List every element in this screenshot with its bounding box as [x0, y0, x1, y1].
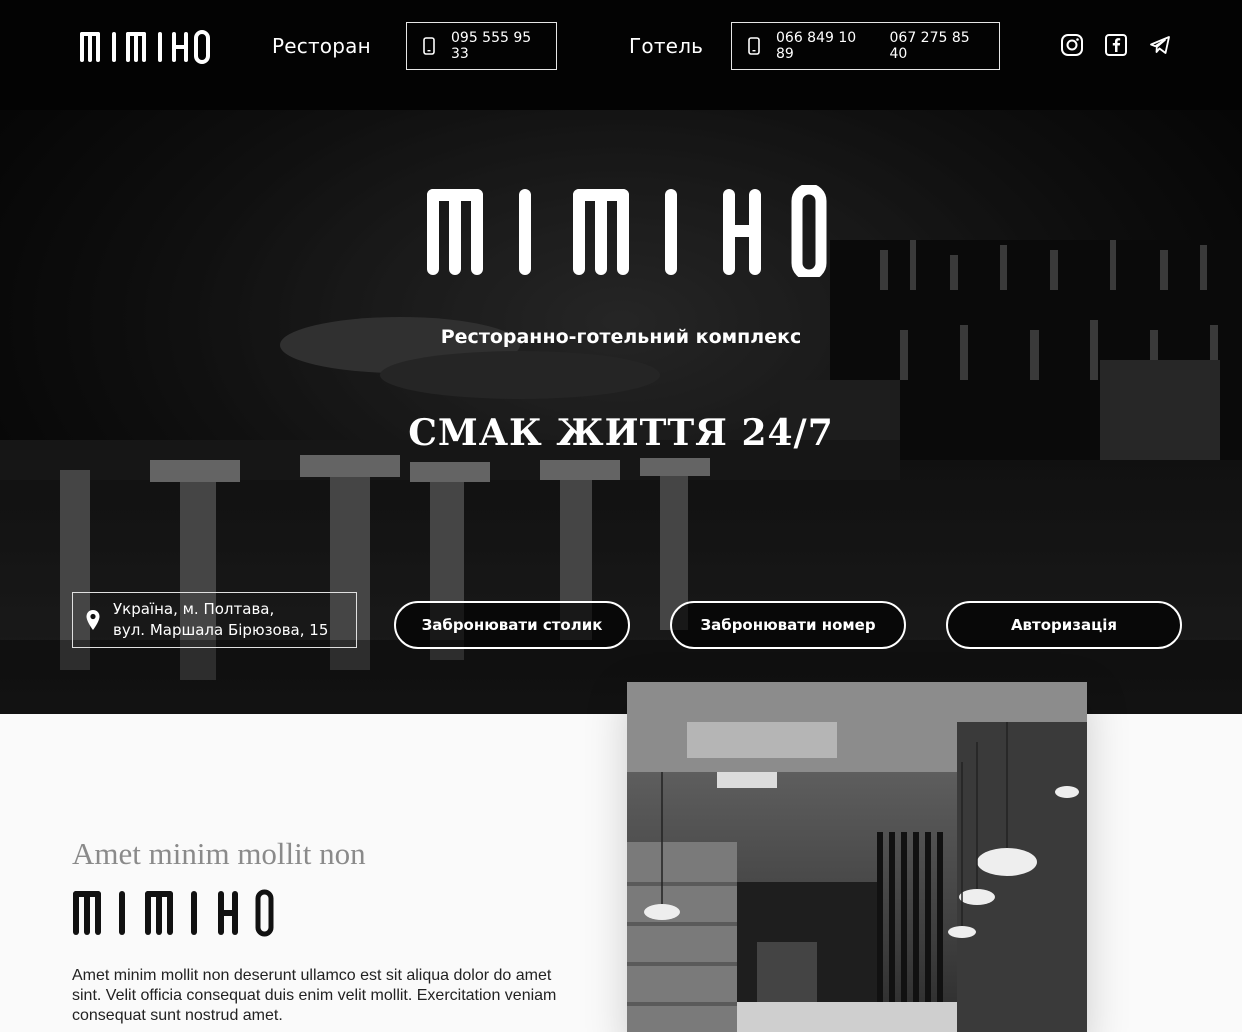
restaurant-phone[interactable]: 095 555 95 33 [451, 30, 546, 62]
location-pin-icon [86, 610, 100, 630]
about-eyebrow: Amet minim mollit non [72, 836, 366, 871]
hotel-phone-box: 066 849 10 89 067 275 85 40 [731, 22, 1000, 70]
hero-slogan: СМАК ЖИТТЯ 24/7 [408, 412, 834, 454]
restaurant-phone-box: 095 555 95 33 [406, 22, 557, 70]
hero-section: Ресторан 095 555 95 33 Готель 066 849 10… [0, 0, 1242, 714]
book-room-button[interactable]: Забронювати номер [670, 601, 906, 649]
hero-logo [427, 185, 827, 277]
login-button[interactable]: Авторизація [946, 601, 1182, 649]
address-line-1: Україна, м. Полтава, [113, 600, 275, 618]
telegram-icon[interactable] [1148, 33, 1172, 57]
about-description: Amet minim mollit non deserunt ullamco e… [72, 967, 557, 1024]
address-box: Україна, м. Полтава, вул. Маршала Бірюзо… [72, 592, 357, 648]
header-logo[interactable] [80, 30, 210, 64]
nav-restaurant[interactable]: Ресторан [272, 34, 371, 58]
address-text: Україна, м. Полтава, вул. Маршала Бірюзо… [113, 599, 328, 641]
facebook-icon[interactable] [1104, 33, 1128, 57]
address-line-2: вул. Маршала Бірюзова, 15 [113, 621, 329, 639]
interior-photo [627, 682, 1087, 1032]
hotel-phone-1[interactable]: 066 849 10 89 [776, 30, 876, 62]
book-table-button[interactable]: Забронювати столик [394, 601, 630, 649]
instagram-icon[interactable] [1060, 33, 1084, 57]
nav-hotel[interactable]: Готель [629, 34, 703, 58]
phone-icon [748, 37, 760, 55]
about-logo [73, 889, 274, 937]
hotel-phone-2[interactable]: 067 275 85 40 [890, 30, 990, 62]
phone-icon [423, 37, 435, 55]
hero-subtitle: Ресторанно-готельний комплекс [440, 326, 802, 348]
